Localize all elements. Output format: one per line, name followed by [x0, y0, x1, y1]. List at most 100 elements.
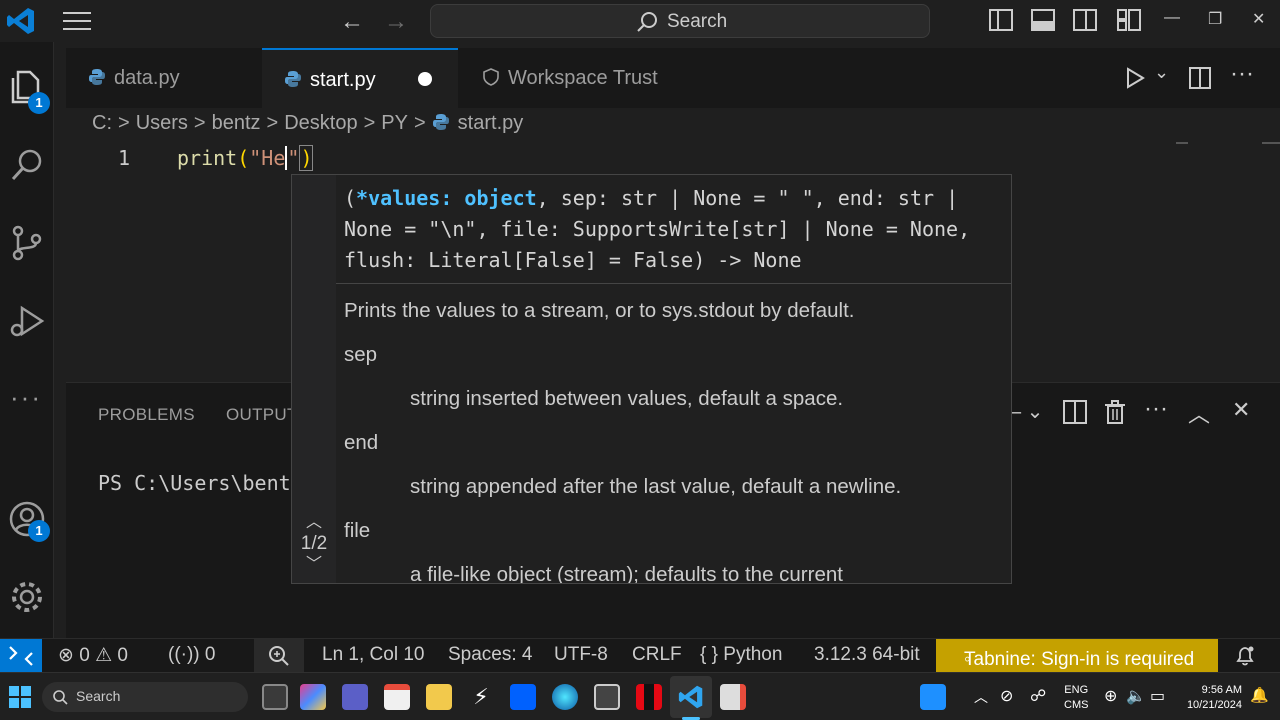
vscode-taskbar-icon[interactable]	[678, 684, 704, 710]
command-center-search[interactable]: Search	[430, 4, 930, 38]
split-terminal-icon[interactable]	[1062, 399, 1088, 425]
tab-workspace-trust[interactable]: Workspace Trust	[458, 48, 708, 108]
tabnine-label: Tabnine: Sign-in is required	[964, 649, 1195, 670]
line-ending[interactable]: CRLF	[632, 644, 682, 666]
cursor-position[interactable]: Ln 1, Col 10	[322, 644, 424, 666]
volume-icon[interactable]: 🔈	[1126, 686, 1146, 706]
breadcrumb-drive[interactable]: C:	[92, 112, 112, 134]
param-name-sep: sep	[344, 343, 378, 366]
settings-gear-icon[interactable]	[8, 578, 46, 616]
zoom-icon[interactable]	[268, 645, 290, 667]
forward-arrow-icon[interactable]: →	[384, 8, 408, 36]
chevron-right-icon: >	[266, 112, 279, 134]
breadcrumb-py[interactable]: PY	[381, 112, 408, 134]
tab-problems[interactable]: PROBLEMS	[98, 405, 195, 425]
battery-icon[interactable]: ▭	[1150, 686, 1165, 706]
more-actions-icon[interactable]: ···	[1230, 60, 1254, 88]
problems-indicator[interactable]: ⊗ 0 ⚠ 0	[58, 644, 128, 667]
accounts-badge: 1	[28, 520, 50, 542]
toggle-secondary-sidebar-icon[interactable]	[1072, 8, 1098, 32]
trash-icon[interactable]	[1102, 399, 1128, 425]
tab-output[interactable]: OUTPUT	[226, 405, 298, 425]
param-name-file: file	[344, 519, 371, 542]
notification-bell-icon[interactable]: 🔔	[1250, 686, 1269, 704]
breadcrumb-desktop[interactable]: Desktop	[284, 112, 357, 134]
python-file-icon	[89, 69, 105, 85]
python-interpreter[interactable]: 3.12.3 64-bit	[814, 644, 920, 666]
edge-icon[interactable]	[552, 684, 578, 710]
code-string: "He	[249, 146, 286, 170]
breadcrumb-file[interactable]: start.py	[458, 112, 524, 134]
split-editor-icon[interactable]	[1188, 66, 1212, 90]
run-and-debug-icon[interactable]	[8, 302, 46, 340]
breadcrumb-bentz[interactable]: bentz	[212, 112, 261, 134]
store-icon[interactable]	[384, 684, 410, 710]
netflix-icon[interactable]	[636, 684, 662, 710]
teams-icon[interactable]	[342, 684, 368, 710]
clock[interactable]: 9:56 AM 10/21/2024	[1176, 683, 1242, 713]
network-icon[interactable]: ⊕	[1104, 686, 1117, 706]
file-explorer-icon[interactable]	[426, 684, 452, 710]
close-window-icon[interactable]: ✕	[1252, 9, 1265, 29]
run-dropdown-chevron-icon[interactable]: ⌄	[1154, 62, 1169, 83]
copilot-icon[interactable]	[300, 684, 326, 710]
tray-overflow-chevron-icon[interactable]: ︿	[974, 687, 988, 707]
overview-ruler[interactable]	[1262, 142, 1280, 144]
toggle-primary-sidebar-icon[interactable]	[988, 8, 1014, 32]
title-bar: ← → Search — ❐ ✕	[0, 0, 1280, 42]
tab-label: Workspace Trust	[508, 67, 658, 89]
language-mode[interactable]: { } Python	[700, 644, 782, 666]
tab-data-py[interactable]: data.py	[66, 48, 262, 108]
remote-icon	[9, 646, 33, 666]
previous-signature-chevron-icon[interactable]: ︿	[294, 515, 334, 531]
source-control-icon[interactable]	[8, 224, 46, 262]
toggle-panel-icon[interactable]	[1030, 8, 1056, 32]
tray-icon-1[interactable]: ⊘	[1000, 686, 1013, 706]
tabnine-status[interactable]: ◦ Tabnine: Sign-in is required	[936, 639, 1218, 673]
next-signature-chevron-icon[interactable]: ﹀	[294, 557, 334, 573]
error-icon: ⊗	[58, 645, 74, 666]
restore-icon[interactable]: ❐	[1208, 9, 1222, 29]
snipping-tool-icon[interactable]	[720, 684, 746, 710]
warning-count: 0	[117, 645, 128, 666]
maximize-panel-chevron-icon[interactable]: ︿	[1188, 397, 1210, 429]
doc-summary: Prints the values to a stream, or to sys…	[344, 299, 855, 322]
ports-indicator[interactable]: ((·)) 0	[168, 644, 216, 666]
widget-icon[interactable]	[920, 684, 946, 710]
customize-layout-icon[interactable]	[1116, 8, 1142, 32]
windows-start-icon[interactable]	[8, 685, 32, 709]
terminal-app-icon[interactable]: ⚡	[468, 684, 494, 710]
indentation[interactable]: Spaces: 4	[448, 644, 533, 666]
task-view-icon[interactable]	[262, 684, 288, 710]
terminal-prompt[interactable]: PS C:\Users\bent	[98, 471, 291, 495]
encoding[interactable]: UTF-8	[554, 644, 608, 666]
tab-start-py[interactable]: start.py	[262, 48, 458, 108]
code-line[interactable]: print("He ")	[177, 145, 314, 171]
search-view-icon[interactable]	[8, 146, 46, 184]
taskbar-search[interactable]: Search	[42, 682, 248, 712]
menu-icon[interactable]	[62, 10, 92, 32]
lang-line-2: CMS	[1064, 699, 1089, 711]
panel-more-icon[interactable]: ···	[1144, 395, 1168, 423]
active-parameter: *values: object	[356, 186, 537, 210]
unsaved-dot-icon[interactable]	[417, 72, 432, 86]
language-indicator[interactable]: ENG CMS	[1064, 683, 1088, 713]
notifications-bell-icon[interactable]	[1234, 645, 1256, 667]
tray-icon-2[interactable]: ☍	[1030, 686, 1046, 706]
minimize-icon[interactable]: —	[1164, 9, 1180, 27]
run-python-file-icon[interactable]	[1124, 66, 1146, 90]
remote-indicator[interactable]	[0, 639, 42, 673]
back-arrow-icon[interactable]: ←	[340, 8, 364, 36]
terminal-dropdown-chevron-icon[interactable]: – ⌄	[1010, 399, 1043, 424]
search-icon	[637, 12, 657, 32]
breadcrumb-users[interactable]: Users	[136, 112, 188, 134]
vscode-logo-icon[interactable]	[6, 6, 36, 36]
dropbox-icon[interactable]	[510, 684, 536, 710]
sig-open: (	[344, 186, 357, 210]
more-views-icon[interactable]: ···	[10, 382, 42, 413]
code-string-end: "	[287, 146, 300, 170]
app-icon[interactable]	[594, 684, 620, 710]
close-panel-icon[interactable]: ✕	[1232, 397, 1250, 423]
minimap[interactable]	[1176, 142, 1188, 144]
code-open-paren: (	[237, 146, 250, 170]
